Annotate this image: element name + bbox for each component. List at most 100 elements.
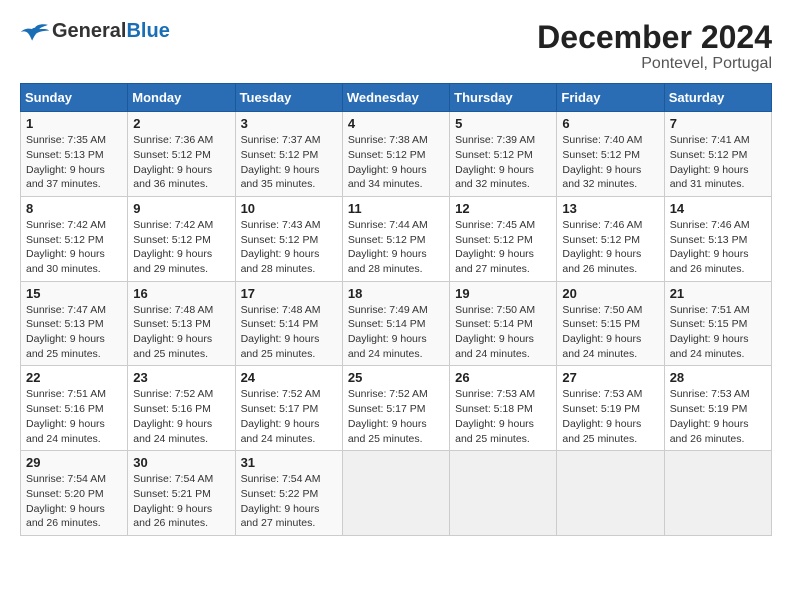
- day-info: Sunrise: 7:41 AMSunset: 5:12 PMDaylight:…: [670, 134, 750, 190]
- day-number: 18: [348, 286, 444, 301]
- day-info: Sunrise: 7:53 AMSunset: 5:19 PMDaylight:…: [562, 388, 642, 444]
- weekday-header-sunday: Sunday: [21, 84, 128, 112]
- calendar-table: SundayMondayTuesdayWednesdayThursdayFrid…: [20, 83, 772, 536]
- day-number: 24: [241, 370, 337, 385]
- day-number: 28: [670, 370, 766, 385]
- calendar-cell: [450, 451, 557, 536]
- day-number: 3: [241, 116, 337, 131]
- day-info: Sunrise: 7:40 AMSunset: 5:12 PMDaylight:…: [562, 134, 642, 190]
- title-block: December 2024 Pontevel, Portugal: [537, 20, 772, 73]
- day-info: Sunrise: 7:54 AMSunset: 5:22 PMDaylight:…: [241, 473, 321, 529]
- day-info: Sunrise: 7:44 AMSunset: 5:12 PMDaylight:…: [348, 219, 428, 275]
- calendar-cell: 26Sunrise: 7:53 AMSunset: 5:18 PMDayligh…: [450, 366, 557, 451]
- calendar-cell: 23 Sunrise: 7:52 AMSunset: 5:16 PMDayligh…: [128, 366, 235, 451]
- day-number: 21: [670, 286, 766, 301]
- day-number: 7: [670, 116, 766, 131]
- calendar-cell: 22Sunrise: 7:51 AMSunset: 5:16 PMDayligh…: [21, 366, 128, 451]
- day-number: 1: [26, 116, 122, 131]
- calendar-cell: [664, 451, 771, 536]
- day-info: Sunrise: 7:48 AMSunset: 5:13 PMDaylight:…: [133, 304, 213, 360]
- day-info: Sunrise: 7:52 AMSunset: 5:17 PMDaylight:…: [241, 388, 321, 444]
- calendar-cell: 12 Sunrise: 7:45 AMSunset: 5:12 PMDayligh…: [450, 196, 557, 281]
- day-info: Sunrise: 7:35 AMSunset: 5:13 PMDaylight:…: [26, 134, 106, 190]
- day-info: Sunrise: 7:52 AMSunset: 5:16 PMDaylight:…: [133, 388, 213, 444]
- calendar-cell: 14 Sunrise: 7:46 AMSunset: 5:13 PMDayligh…: [664, 196, 771, 281]
- day-info: Sunrise: 7:53 AMSunset: 5:19 PMDaylight:…: [670, 388, 750, 444]
- calendar-cell: 9 Sunrise: 7:42 AMSunset: 5:12 PMDaylight…: [128, 196, 235, 281]
- day-info: Sunrise: 7:46 AMSunset: 5:13 PMDaylight:…: [670, 219, 750, 275]
- weekday-header-row: SundayMondayTuesdayWednesdayThursdayFrid…: [21, 84, 772, 112]
- day-info: Sunrise: 7:43 AMSunset: 5:12 PMDaylight:…: [241, 219, 321, 275]
- day-info: Sunrise: 7:54 AMSunset: 5:21 PMDaylight:…: [133, 473, 213, 529]
- day-info: Sunrise: 7:47 AMSunset: 5:13 PMDaylight:…: [26, 304, 106, 360]
- weekday-header-thursday: Thursday: [450, 84, 557, 112]
- calendar-cell: [557, 451, 664, 536]
- calendar-cell: 24 Sunrise: 7:52 AMSunset: 5:17 PMDayligh…: [235, 366, 342, 451]
- logo-general: General: [52, 20, 126, 42]
- day-number: 16: [133, 286, 229, 301]
- day-info: Sunrise: 7:49 AMSunset: 5:14 PMDaylight:…: [348, 304, 428, 360]
- day-number: 30: [133, 455, 229, 470]
- calendar-cell: 7 Sunrise: 7:41 AMSunset: 5:12 PMDaylight…: [664, 112, 771, 197]
- calendar-cell: 11Sunrise: 7:44 AMSunset: 5:12 PMDayligh…: [342, 196, 449, 281]
- calendar-week-4: 22Sunrise: 7:51 AMSunset: 5:16 PMDayligh…: [21, 366, 772, 451]
- calendar-cell: 5 Sunrise: 7:39 AMSunset: 5:12 PMDaylight…: [450, 112, 557, 197]
- calendar-cell: 1 Sunrise: 7:35 AMSunset: 5:13 PMDaylight…: [21, 112, 128, 197]
- calendar-week-3: 15 Sunrise: 7:47 AMSunset: 5:13 PMDayligh…: [21, 281, 772, 366]
- calendar-subtitle: Pontevel, Portugal: [537, 55, 772, 73]
- day-info: Sunrise: 7:45 AMSunset: 5:12 PMDaylight:…: [455, 219, 535, 275]
- calendar-cell: 30 Sunrise: 7:54 AMSunset: 5:21 PMDayligh…: [128, 451, 235, 536]
- day-number: 9: [133, 201, 229, 216]
- calendar-cell: 6 Sunrise: 7:40 AMSunset: 5:12 PMDaylight…: [557, 112, 664, 197]
- day-number: 31: [241, 455, 337, 470]
- day-number: 27: [562, 370, 658, 385]
- calendar-cell: [342, 451, 449, 536]
- calendar-title: December 2024: [537, 20, 772, 55]
- day-info: Sunrise: 7:36 AMSunset: 5:12 PMDaylight:…: [133, 134, 213, 190]
- calendar-cell: 16 Sunrise: 7:48 AMSunset: 5:13 PMDayligh…: [128, 281, 235, 366]
- calendar-cell: 28 Sunrise: 7:53 AMSunset: 5:19 PMDayligh…: [664, 366, 771, 451]
- day-number: 17: [241, 286, 337, 301]
- day-info: Sunrise: 7:50 AMSunset: 5:14 PMDaylight:…: [455, 304, 535, 360]
- weekday-header-friday: Friday: [557, 84, 664, 112]
- calendar-cell: 13 Sunrise: 7:46 AMSunset: 5:12 PMDayligh…: [557, 196, 664, 281]
- day-number: 6: [562, 116, 658, 131]
- day-number: 20: [562, 286, 658, 301]
- day-info: Sunrise: 7:51 AMSunset: 5:16 PMDaylight:…: [26, 388, 106, 444]
- calendar-cell: 18 Sunrise: 7:49 AMSunset: 5:14 PMDayligh…: [342, 281, 449, 366]
- day-number: 14: [670, 201, 766, 216]
- day-number: 26: [455, 370, 551, 385]
- day-info: Sunrise: 7:51 AMSunset: 5:15 PMDaylight:…: [670, 304, 750, 360]
- day-number: 4: [348, 116, 444, 131]
- day-number: 5: [455, 116, 551, 131]
- day-info: Sunrise: 7:42 AMSunset: 5:12 PMDaylight:…: [26, 219, 106, 275]
- day-info: Sunrise: 7:50 AMSunset: 5:15 PMDaylight:…: [562, 304, 642, 360]
- day-number: 23: [133, 370, 229, 385]
- weekday-header-saturday: Saturday: [664, 84, 771, 112]
- calendar-cell: 25 Sunrise: 7:52 AMSunset: 5:17 PMDayligh…: [342, 366, 449, 451]
- calendar-cell: 10Sunrise: 7:43 AMSunset: 5:12 PMDayligh…: [235, 196, 342, 281]
- day-info: Sunrise: 7:37 AMSunset: 5:12 PMDaylight:…: [241, 134, 321, 190]
- calendar-cell: 15 Sunrise: 7:47 AMSunset: 5:13 PMDayligh…: [21, 281, 128, 366]
- logo: GeneralBlue: [20, 20, 170, 43]
- calendar-cell: 21 Sunrise: 7:51 AMSunset: 5:15 PMDayligh…: [664, 281, 771, 366]
- day-info: Sunrise: 7:39 AMSunset: 5:12 PMDaylight:…: [455, 134, 535, 190]
- day-number: 13: [562, 201, 658, 216]
- calendar-cell: 19 Sunrise: 7:50 AMSunset: 5:14 PMDayligh…: [450, 281, 557, 366]
- calendar-week-1: 1 Sunrise: 7:35 AMSunset: 5:13 PMDaylight…: [21, 112, 772, 197]
- calendar-week-5: 29Sunrise: 7:54 AMSunset: 5:20 PMDayligh…: [21, 451, 772, 536]
- calendar-cell: 17Sunrise: 7:48 AMSunset: 5:14 PMDayligh…: [235, 281, 342, 366]
- weekday-header-tuesday: Tuesday: [235, 84, 342, 112]
- calendar-cell: 4Sunrise: 7:38 AMSunset: 5:12 PMDaylight…: [342, 112, 449, 197]
- day-number: 19: [455, 286, 551, 301]
- day-info: Sunrise: 7:42 AMSunset: 5:12 PMDaylight:…: [133, 219, 213, 275]
- day-number: 25: [348, 370, 444, 385]
- day-number: 12: [455, 201, 551, 216]
- logo-bird-icon: [20, 22, 50, 42]
- day-info: Sunrise: 7:52 AMSunset: 5:17 PMDaylight:…: [348, 388, 428, 444]
- calendar-cell: 3 Sunrise: 7:37 AMSunset: 5:12 PMDaylight…: [235, 112, 342, 197]
- day-number: 15: [26, 286, 122, 301]
- day-info: Sunrise: 7:46 AMSunset: 5:12 PMDaylight:…: [562, 219, 642, 275]
- calendar-cell: 20 Sunrise: 7:50 AMSunset: 5:15 PMDayligh…: [557, 281, 664, 366]
- day-number: 8: [26, 201, 122, 216]
